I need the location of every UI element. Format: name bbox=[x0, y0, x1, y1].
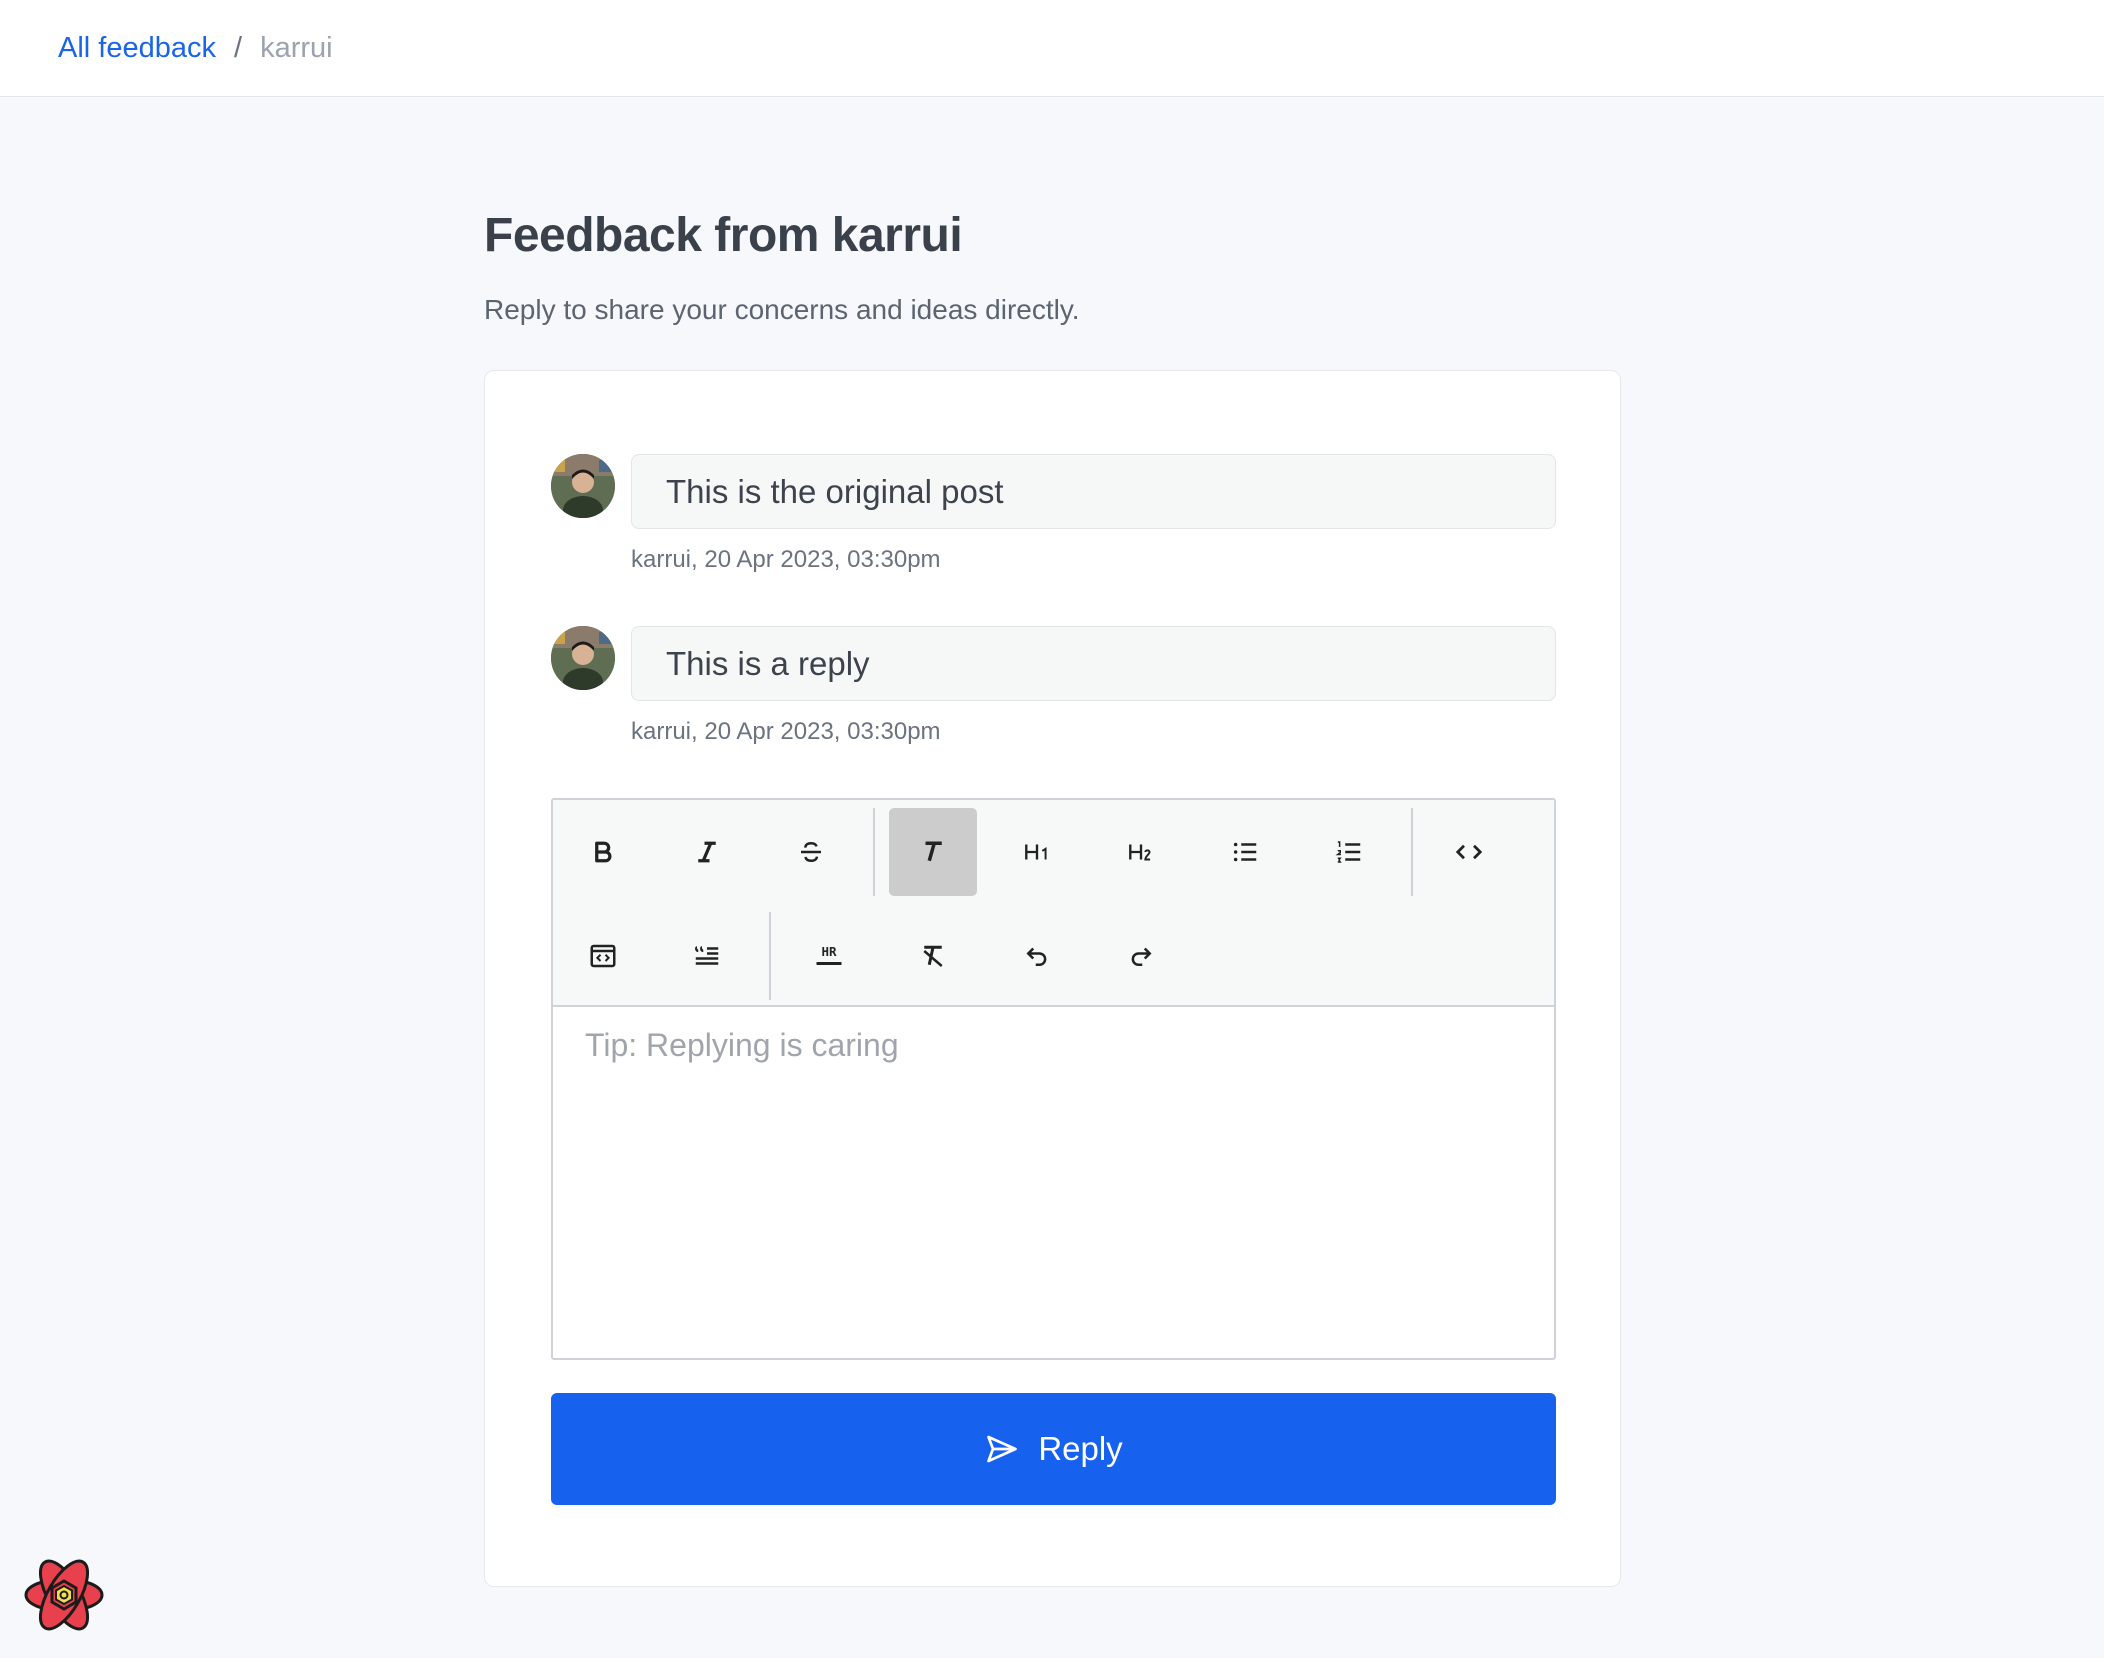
rich-text-editor: HR Tip: Replying is caring bbox=[551, 798, 1556, 1360]
reply-button[interactable]: Reply bbox=[551, 1393, 1556, 1505]
reply-button-label: Reply bbox=[1038, 1430, 1123, 1467]
breadcrumb-current: karrui bbox=[260, 31, 333, 64]
italic-icon[interactable] bbox=[663, 808, 751, 896]
heading-2-icon[interactable] bbox=[1097, 808, 1185, 896]
clear-format-icon[interactable] bbox=[889, 912, 977, 1000]
code-icon[interactable] bbox=[1425, 808, 1513, 896]
horizontal-rule-icon[interactable]: HR bbox=[785, 912, 873, 1000]
ordered-list-icon[interactable] bbox=[1305, 808, 1393, 896]
editor-input[interactable]: Tip: Replying is caring bbox=[553, 1007, 1554, 1358]
toolbar-divider bbox=[873, 808, 875, 896]
message-bubble: This is a reply bbox=[631, 626, 1556, 701]
breadcrumb-all-feedback-link[interactable]: All feedback bbox=[58, 32, 216, 65]
message-meta: karrui, 20 Apr 2023, 03:30pm bbox=[631, 718, 941, 745]
svg-text:HR: HR bbox=[821, 944, 837, 959]
code-block-icon[interactable] bbox=[559, 912, 647, 1000]
text-icon[interactable] bbox=[889, 808, 977, 896]
redo-icon[interactable] bbox=[1097, 912, 1185, 1000]
toolbar-divider bbox=[1411, 808, 1413, 896]
bullet-list-icon[interactable] bbox=[1201, 808, 1289, 896]
breadcrumb-separator: / bbox=[234, 31, 243, 64]
bold-icon[interactable] bbox=[559, 808, 647, 896]
heading-1-icon[interactable] bbox=[993, 808, 1081, 896]
top-bar: All feedback / karrui bbox=[0, 0, 2104, 97]
undo-icon[interactable] bbox=[993, 912, 1081, 1000]
editor-toolbar: HR bbox=[553, 800, 1554, 1007]
avatar bbox=[551, 454, 615, 518]
toolbar-divider bbox=[769, 912, 771, 1000]
feedback-card: This is the original post karrui, 20 Apr… bbox=[484, 370, 1621, 1587]
devtools-logo-icon[interactable] bbox=[22, 1553, 106, 1637]
avatar bbox=[551, 626, 615, 690]
page-title: Feedback from karrui bbox=[484, 209, 963, 262]
message-bubble: This is the original post bbox=[631, 454, 1556, 529]
message-meta: karrui, 20 Apr 2023, 03:30pm bbox=[631, 546, 941, 573]
blockquote-icon[interactable] bbox=[663, 912, 751, 1000]
send-icon bbox=[987, 1435, 1018, 1463]
page-subtitle: Reply to share your concerns and ideas d… bbox=[484, 294, 1080, 325]
strikethrough-icon[interactable] bbox=[767, 808, 855, 896]
